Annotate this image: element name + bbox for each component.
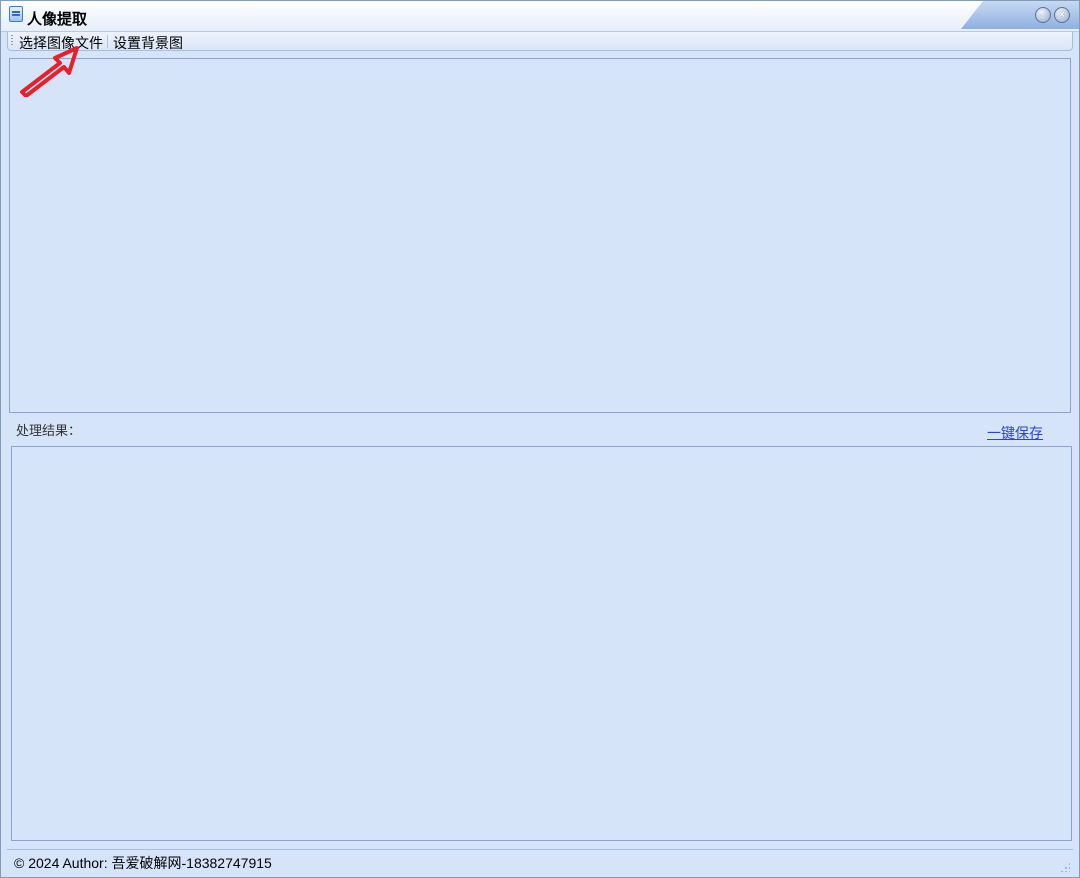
one-click-save-link[interactable]: 一键保存 <box>987 423 1043 443</box>
minimize-button[interactable]: – <box>1035 7 1051 23</box>
close-icon: × <box>1058 9 1066 21</box>
window-title: 人像提取 <box>27 11 88 28</box>
toolbar: 选择图像文件 设置背景图 <box>7 32 1073 51</box>
set-background-button[interactable]: 设置背景图 <box>113 33 183 53</box>
title-bar[interactable]: 人像提取 – × <box>1 1 1079 32</box>
result-image-panel[interactable] <box>11 446 1072 841</box>
status-text: © 2024 Author: 吾爱破解网-18382747915 <box>14 855 272 871</box>
app-window: 人像提取 – × 选择图像文件 设置背景图 处理结果： 一键保存 © 2024 … <box>0 0 1080 878</box>
red-arrow-icon <box>20 46 79 97</box>
resize-grip-icon[interactable] <box>1060 862 1070 872</box>
app-icon <box>9 6 23 22</box>
minimize-icon: – <box>1039 9 1047 21</box>
source-image-panel[interactable] <box>9 58 1071 413</box>
close-button[interactable]: × <box>1054 7 1070 23</box>
toolbar-grip[interactable] <box>11 35 13 47</box>
toolbar-separator <box>107 35 108 48</box>
result-label: 处理结果： <box>16 423 82 438</box>
status-bar: © 2024 Author: 吾爱破解网-18382747915 <box>7 849 1073 876</box>
